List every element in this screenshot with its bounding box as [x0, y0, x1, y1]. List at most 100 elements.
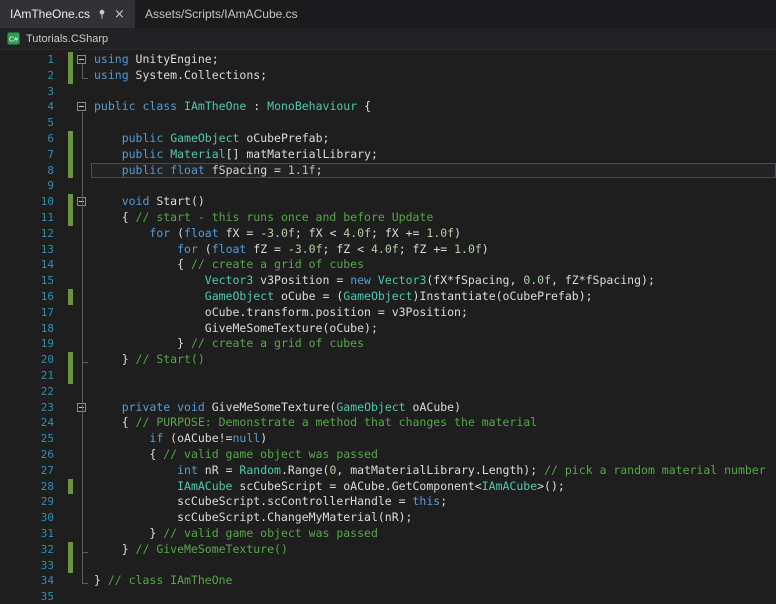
outline-guide [82, 206, 83, 363]
code-line[interactable]: 5 [0, 115, 776, 131]
code-text: using UnityEngine; [94, 52, 219, 66]
change-tracking-bar [68, 84, 73, 100]
code-line[interactable]: 20 } // Start() [0, 352, 776, 368]
code-line[interactable]: 34} // class IAmTheOne [0, 573, 776, 589]
fold-margin [74, 494, 92, 510]
code-line[interactable]: 6 public GameObject oCubePrefab; [0, 130, 776, 147]
line-number: 5 [47, 116, 54, 130]
code-line[interactable]: 23 private void GiveMeSomeTexture(GameOb… [0, 400, 776, 416]
code-text: for (float fX = -3.0f; fX < 4.0f; fX += … [149, 225, 462, 240]
outline-guide-end [82, 583, 88, 585]
code-line[interactable]: 13 for (float fZ = -3.0f; fZ < 4.0f; fZ … [0, 242, 776, 258]
code-line[interactable]: 28 IAmACube scCubeScript = oACube.GetCom… [0, 478, 776, 495]
code-line[interactable]: 31 } // valid game object was passed [0, 526, 776, 542]
code-line[interactable]: 11 { // start - this runs once and befor… [0, 209, 776, 226]
code-line[interactable]: 32 } // GiveMeSomeTexture() [0, 541, 776, 558]
code-line[interactable]: 15 Vector3 v3Position = new Vector3(fX*f… [0, 273, 776, 289]
fold-margin [74, 463, 92, 479]
line-number: 24 [40, 416, 54, 430]
code-line[interactable]: 35 [0, 589, 776, 604]
outline-guide [82, 64, 83, 78]
document-tab[interactable]: IAmTheOne.cs × [0, 0, 135, 28]
line-number: 2 [47, 68, 54, 82]
code-text: { // start - this runs once and before U… [94, 209, 434, 224]
document-tab[interactable]: Assets/Scripts/IAmACube.cs [135, 0, 308, 28]
change-tracking-bar [68, 115, 73, 131]
code-text: for (float fZ = -3.0f; fZ < 4.0f; fZ += … [177, 241, 489, 256]
code-text: scCubeScript.scControllerHandle = this; [94, 494, 448, 509]
fold-margin [74, 400, 92, 416]
code-line[interactable]: 9 [0, 178, 776, 194]
code-text: GameObject oCube = (GameObject)Instantia… [204, 288, 593, 303]
close-icon[interactable]: × [114, 8, 125, 21]
code-line[interactable]: 19 } // create a grid of cubes [0, 336, 776, 352]
change-tracking-bar [68, 52, 73, 68]
code-line[interactable]: 14 { // create a grid of cubes [0, 257, 776, 273]
change-tracking-bar [68, 99, 73, 115]
code-line[interactable]: 3 [0, 84, 776, 100]
csharp-project-icon: C# [7, 32, 20, 45]
code-line[interactable]: 2 using System.Collections; [0, 67, 776, 84]
code-line[interactable]: 22 [0, 384, 776, 400]
code-line[interactable]: 21 [0, 367, 776, 384]
code-line[interactable]: 4 public class IAmTheOne : MonoBehaviour … [0, 99, 776, 115]
code-text: public float fSpacing = 1.1f; [121, 162, 323, 177]
tab-bar: IAmTheOne.cs × Assets/Scripts/IAmACube.cs [0, 0, 776, 28]
line-number: 19 [40, 337, 54, 351]
code-line[interactable]: 8 public float fSpacing = 1.1f; [0, 162, 776, 179]
project-dropdown[interactable]: Tutorials.CSharp [26, 33, 108, 45]
change-tracking-bar [68, 573, 73, 589]
code-line[interactable]: 17 oCube.transform.position = v3Position… [0, 305, 776, 321]
fold-margin [74, 447, 92, 463]
code-line[interactable]: 1 using UnityEngine; [0, 52, 776, 68]
fold-margin [74, 542, 92, 558]
code-line[interactable]: 10 void Start() [0, 194, 776, 210]
change-tracking-bar [68, 226, 73, 242]
change-tracking-bar [68, 288, 73, 305]
fold-margin [74, 384, 92, 400]
code-text: Vector3 v3Position = new Vector3(fX*fSpa… [204, 273, 655, 288]
fold-margin [74, 194, 92, 210]
change-tracking-bar [68, 178, 73, 194]
line-number: 8 [47, 163, 54, 177]
tab-label: Assets/Scripts/IAmACube.cs [144, 7, 298, 21]
line-number: 6 [47, 131, 54, 145]
code-line[interactable]: 16 GameObject oCube = (GameObject)Instan… [0, 288, 776, 305]
change-tracking-bar [68, 384, 73, 400]
code-line[interactable]: 29 scCubeScript.scControllerHandle = thi… [0, 494, 776, 510]
line-number: 34 [40, 574, 54, 588]
code-editor-window: IAmTheOne.cs × Assets/Scripts/IAmACube.cs … [0, 0, 776, 604]
change-tracking-bar [68, 209, 73, 226]
code-line[interactable]: 30 scCubeScript.ChangeMyMaterial(nR); [0, 510, 776, 526]
editor[interactable]: 1 using UnityEngine; 2 using System.Collect… [0, 50, 776, 604]
code-line[interactable]: 27 int nR = Random.Range(0, matMaterialL… [0, 463, 776, 479]
fold-margin [74, 510, 92, 526]
code-line[interactable]: 12 for (float fX = -3.0f; fX < 4.0f; fX … [0, 226, 776, 242]
fold-margin [74, 178, 92, 194]
fold-marker[interactable] [77, 102, 86, 112]
code-text: public GameObject oCubePrefab; [121, 130, 330, 145]
change-tracking-bar [68, 130, 73, 147]
code-line[interactable]: 25 if (oACube!=null) [0, 431, 776, 447]
code-line[interactable]: 18 GiveMeSomeTexture(oCube); [0, 321, 776, 337]
line-number: 12 [40, 226, 54, 240]
line-number: 28 [40, 479, 54, 493]
code-line[interactable]: 24 { // PURPOSE: Demonstrate a method th… [0, 415, 776, 431]
fold-marker[interactable] [77, 55, 86, 64]
fold-margin [74, 305, 92, 321]
change-tracking-bar [68, 273, 73, 289]
code-line[interactable]: 26 { // valid game object was passed [0, 447, 776, 463]
line-number: 20 [40, 353, 54, 367]
pin-icon[interactable] [97, 9, 107, 20]
fold-margin [74, 573, 92, 589]
fold-margin [74, 257, 92, 273]
code-text: int nR = Random.Range(0, matMaterialLibr… [177, 462, 766, 477]
code-line[interactable]: 33 [0, 557, 776, 574]
change-tracking-bar [68, 146, 73, 163]
code-text: } // create a grid of cubes [94, 336, 365, 351]
code-line[interactable]: 7 public Material[] matMaterialLibrary; [0, 146, 776, 163]
change-tracking-bar [68, 589, 73, 604]
